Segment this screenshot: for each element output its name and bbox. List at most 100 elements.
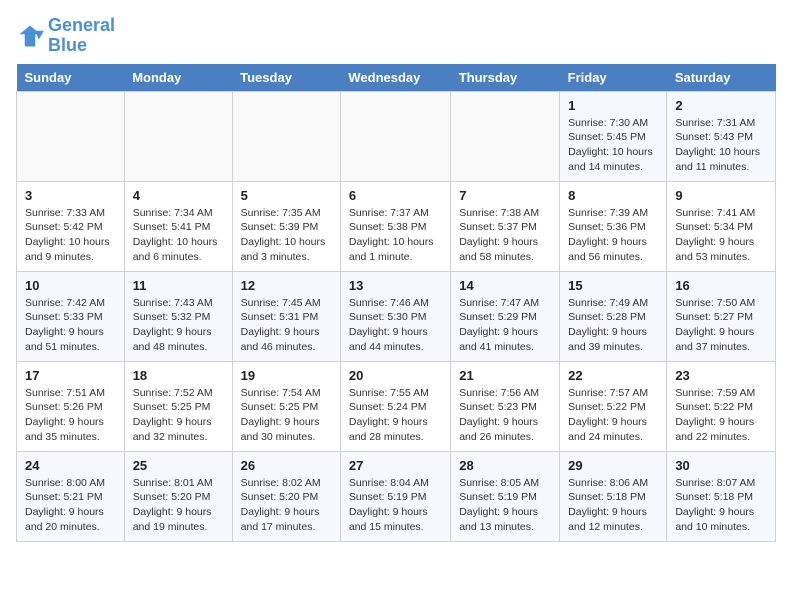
- calendar-cell: 16 Sunrise: 7:50 AM Sunset: 5:27 PM Dayli…: [667, 271, 776, 361]
- day-info: Sunrise: 7:50 AM Sunset: 5:27 PM Dayligh…: [675, 296, 767, 355]
- calendar-cell: 8Sunrise: 7:39 AM Sunset: 5:36 PM Daylig…: [560, 181, 667, 271]
- day-info: Sunrise: 7:45 AM Sunset: 5:31 PM Dayligh…: [241, 296, 332, 355]
- calendar-cell: 21 Sunrise: 7:56 AM Sunset: 5:23 PM Dayli…: [451, 361, 560, 451]
- weekday-row: SundayMondayTuesdayWednesdayThursdayFrid…: [17, 64, 776, 92]
- day-info: Sunrise: 7:56 AM Sunset: 5:23 PM Dayligh…: [459, 386, 551, 445]
- calendar-cell: [17, 91, 125, 181]
- day-info: Sunrise: 8:04 AM Sunset: 5:19 PM Dayligh…: [349, 476, 442, 535]
- calendar-cell: 28 Sunrise: 8:05 AM Sunset: 5:19 PM Dayli…: [451, 451, 560, 541]
- calendar-cell: 7 Sunrise: 7:38 AM Sunset: 5:37 PM Daylig…: [451, 181, 560, 271]
- calendar-cell: 26 Sunrise: 8:02 AM Sunset: 5:20 PM Dayli…: [232, 451, 340, 541]
- day-info: Sunrise: 7:59 AM Sunset: 5:22 PM Dayligh…: [675, 386, 767, 445]
- day-info: Sunrise: 7:51 AM Sunset: 5:26 PM Dayligh…: [25, 386, 116, 445]
- day-info: Sunrise: 7:55 AM Sunset: 5:24 PM Dayligh…: [349, 386, 442, 445]
- calendar-cell: 30 Sunrise: 8:07 AM Sunset: 5:18 PM Dayli…: [667, 451, 776, 541]
- weekday-header-monday: Monday: [124, 64, 232, 92]
- calendar-cell: 22 Sunrise: 7:57 AM Sunset: 5:22 PM Dayli…: [560, 361, 667, 451]
- calendar-cell: 29Sunrise: 8:06 AM Sunset: 5:18 PM Dayli…: [560, 451, 667, 541]
- calendar-cell: 27 Sunrise: 8:04 AM Sunset: 5:19 PM Dayli…: [340, 451, 450, 541]
- day-number: 15: [568, 278, 658, 293]
- day-number: 18: [133, 368, 224, 383]
- day-number: 6: [349, 188, 442, 203]
- calendar-week-1: 1 Sunrise: 7:30 AM Sunset: 5:45 PM Daylig…: [17, 91, 776, 181]
- calendar-cell: [451, 91, 560, 181]
- calendar-cell: 24 Sunrise: 8:00 AM Sunset: 5:21 PM Dayli…: [17, 451, 125, 541]
- calendar-cell: 10 Sunrise: 7:42 AM Sunset: 5:33 PM Dayli…: [17, 271, 125, 361]
- day-number: 21: [459, 368, 551, 383]
- day-number: 16: [675, 278, 767, 293]
- calendar-cell: 11Sunrise: 7:43 AM Sunset: 5:32 PM Dayli…: [124, 271, 232, 361]
- header: General Blue: [16, 16, 776, 56]
- calendar-cell: 4 Sunrise: 7:34 AM Sunset: 5:41 PM Daylig…: [124, 181, 232, 271]
- calendar-cell: 6 Sunrise: 7:37 AM Sunset: 5:38 PM Daylig…: [340, 181, 450, 271]
- day-number: 17: [25, 368, 116, 383]
- day-info: Sunrise: 7:57 AM Sunset: 5:22 PM Dayligh…: [568, 386, 658, 445]
- day-info: Sunrise: 8:07 AM Sunset: 5:18 PM Dayligh…: [675, 476, 767, 535]
- day-number: 25: [133, 458, 224, 473]
- calendar-cell: [340, 91, 450, 181]
- calendar-body: 1 Sunrise: 7:30 AM Sunset: 5:45 PM Daylig…: [17, 91, 776, 541]
- calendar-cell: 25 Sunrise: 8:01 AM Sunset: 5:20 PM Dayli…: [124, 451, 232, 541]
- calendar-cell: 3 Sunrise: 7:33 AM Sunset: 5:42 PM Daylig…: [17, 181, 125, 271]
- calendar-cell: 9 Sunrise: 7:41 AM Sunset: 5:34 PM Daylig…: [667, 181, 776, 271]
- calendar-cell: 13Sunrise: 7:46 AM Sunset: 5:30 PM Dayli…: [340, 271, 450, 361]
- day-info: Sunrise: 7:49 AM Sunset: 5:28 PM Dayligh…: [568, 296, 658, 355]
- logo-icon: [16, 22, 44, 50]
- weekday-header-tuesday: Tuesday: [232, 64, 340, 92]
- day-number: 1: [568, 98, 658, 113]
- logo-text: General Blue: [48, 16, 115, 56]
- calendar-cell: 17 Sunrise: 7:51 AM Sunset: 5:26 PM Dayli…: [17, 361, 125, 451]
- day-number: 11: [133, 278, 224, 293]
- weekday-header-saturday: Saturday: [667, 64, 776, 92]
- day-number: 7: [459, 188, 551, 203]
- day-info: Sunrise: 8:05 AM Sunset: 5:19 PM Dayligh…: [459, 476, 551, 535]
- day-info: Sunrise: 7:41 AM Sunset: 5:34 PM Dayligh…: [675, 206, 767, 265]
- day-info: Sunrise: 8:00 AM Sunset: 5:21 PM Dayligh…: [25, 476, 116, 535]
- calendar-cell: 5Sunrise: 7:35 AM Sunset: 5:39 PM Daylig…: [232, 181, 340, 271]
- day-info: Sunrise: 7:30 AM Sunset: 5:45 PM Dayligh…: [568, 116, 658, 175]
- day-info: Sunrise: 7:33 AM Sunset: 5:42 PM Dayligh…: [25, 206, 116, 265]
- day-number: 10: [25, 278, 116, 293]
- day-info: Sunrise: 7:39 AM Sunset: 5:36 PM Dayligh…: [568, 206, 658, 265]
- day-info: Sunrise: 8:01 AM Sunset: 5:20 PM Dayligh…: [133, 476, 224, 535]
- calendar-cell: 18Sunrise: 7:52 AM Sunset: 5:25 PM Dayli…: [124, 361, 232, 451]
- day-info: Sunrise: 8:06 AM Sunset: 5:18 PM Dayligh…: [568, 476, 658, 535]
- weekday-header-wednesday: Wednesday: [340, 64, 450, 92]
- day-info: Sunrise: 7:37 AM Sunset: 5:38 PM Dayligh…: [349, 206, 442, 265]
- calendar-week-4: 17 Sunrise: 7:51 AM Sunset: 5:26 PM Dayli…: [17, 361, 776, 451]
- calendar-cell: 23Sunrise: 7:59 AM Sunset: 5:22 PM Dayli…: [667, 361, 776, 451]
- calendar-table: SundayMondayTuesdayWednesdayThursdayFrid…: [16, 64, 776, 542]
- day-info: Sunrise: 7:46 AM Sunset: 5:30 PM Dayligh…: [349, 296, 442, 355]
- calendar-cell: 12 Sunrise: 7:45 AM Sunset: 5:31 PM Dayli…: [232, 271, 340, 361]
- day-info: Sunrise: 8:02 AM Sunset: 5:20 PM Dayligh…: [241, 476, 332, 535]
- calendar-cell: 1 Sunrise: 7:30 AM Sunset: 5:45 PM Daylig…: [560, 91, 667, 181]
- day-number: 30: [675, 458, 767, 473]
- day-number: 3: [25, 188, 116, 203]
- logo: General Blue: [16, 16, 115, 56]
- day-number: 4: [133, 188, 224, 203]
- day-number: 22: [568, 368, 658, 383]
- day-info: Sunrise: 7:31 AM Sunset: 5:43 PM Dayligh…: [675, 116, 767, 175]
- day-info: Sunrise: 7:34 AM Sunset: 5:41 PM Dayligh…: [133, 206, 224, 265]
- weekday-header-friday: Friday: [560, 64, 667, 92]
- calendar-cell: [124, 91, 232, 181]
- day-number: 24: [25, 458, 116, 473]
- day-number: 26: [241, 458, 332, 473]
- day-info: Sunrise: 7:42 AM Sunset: 5:33 PM Dayligh…: [25, 296, 116, 355]
- calendar-cell: 20Sunrise: 7:55 AM Sunset: 5:24 PM Dayli…: [340, 361, 450, 451]
- day-number: 5: [241, 188, 332, 203]
- calendar-week-3: 10 Sunrise: 7:42 AM Sunset: 5:33 PM Dayli…: [17, 271, 776, 361]
- day-number: 2: [675, 98, 767, 113]
- weekday-header-thursday: Thursday: [451, 64, 560, 92]
- day-number: 27: [349, 458, 442, 473]
- day-number: 14: [459, 278, 551, 293]
- day-number: 9: [675, 188, 767, 203]
- calendar-cell: 19Sunrise: 7:54 AM Sunset: 5:25 PM Dayli…: [232, 361, 340, 451]
- day-number: 28: [459, 458, 551, 473]
- day-info: Sunrise: 7:38 AM Sunset: 5:37 PM Dayligh…: [459, 206, 551, 265]
- calendar-header: SundayMondayTuesdayWednesdayThursdayFrid…: [17, 64, 776, 92]
- calendar-week-2: 3 Sunrise: 7:33 AM Sunset: 5:42 PM Daylig…: [17, 181, 776, 271]
- day-info: Sunrise: 7:47 AM Sunset: 5:29 PM Dayligh…: [459, 296, 551, 355]
- day-number: 12: [241, 278, 332, 293]
- weekday-header-sunday: Sunday: [17, 64, 125, 92]
